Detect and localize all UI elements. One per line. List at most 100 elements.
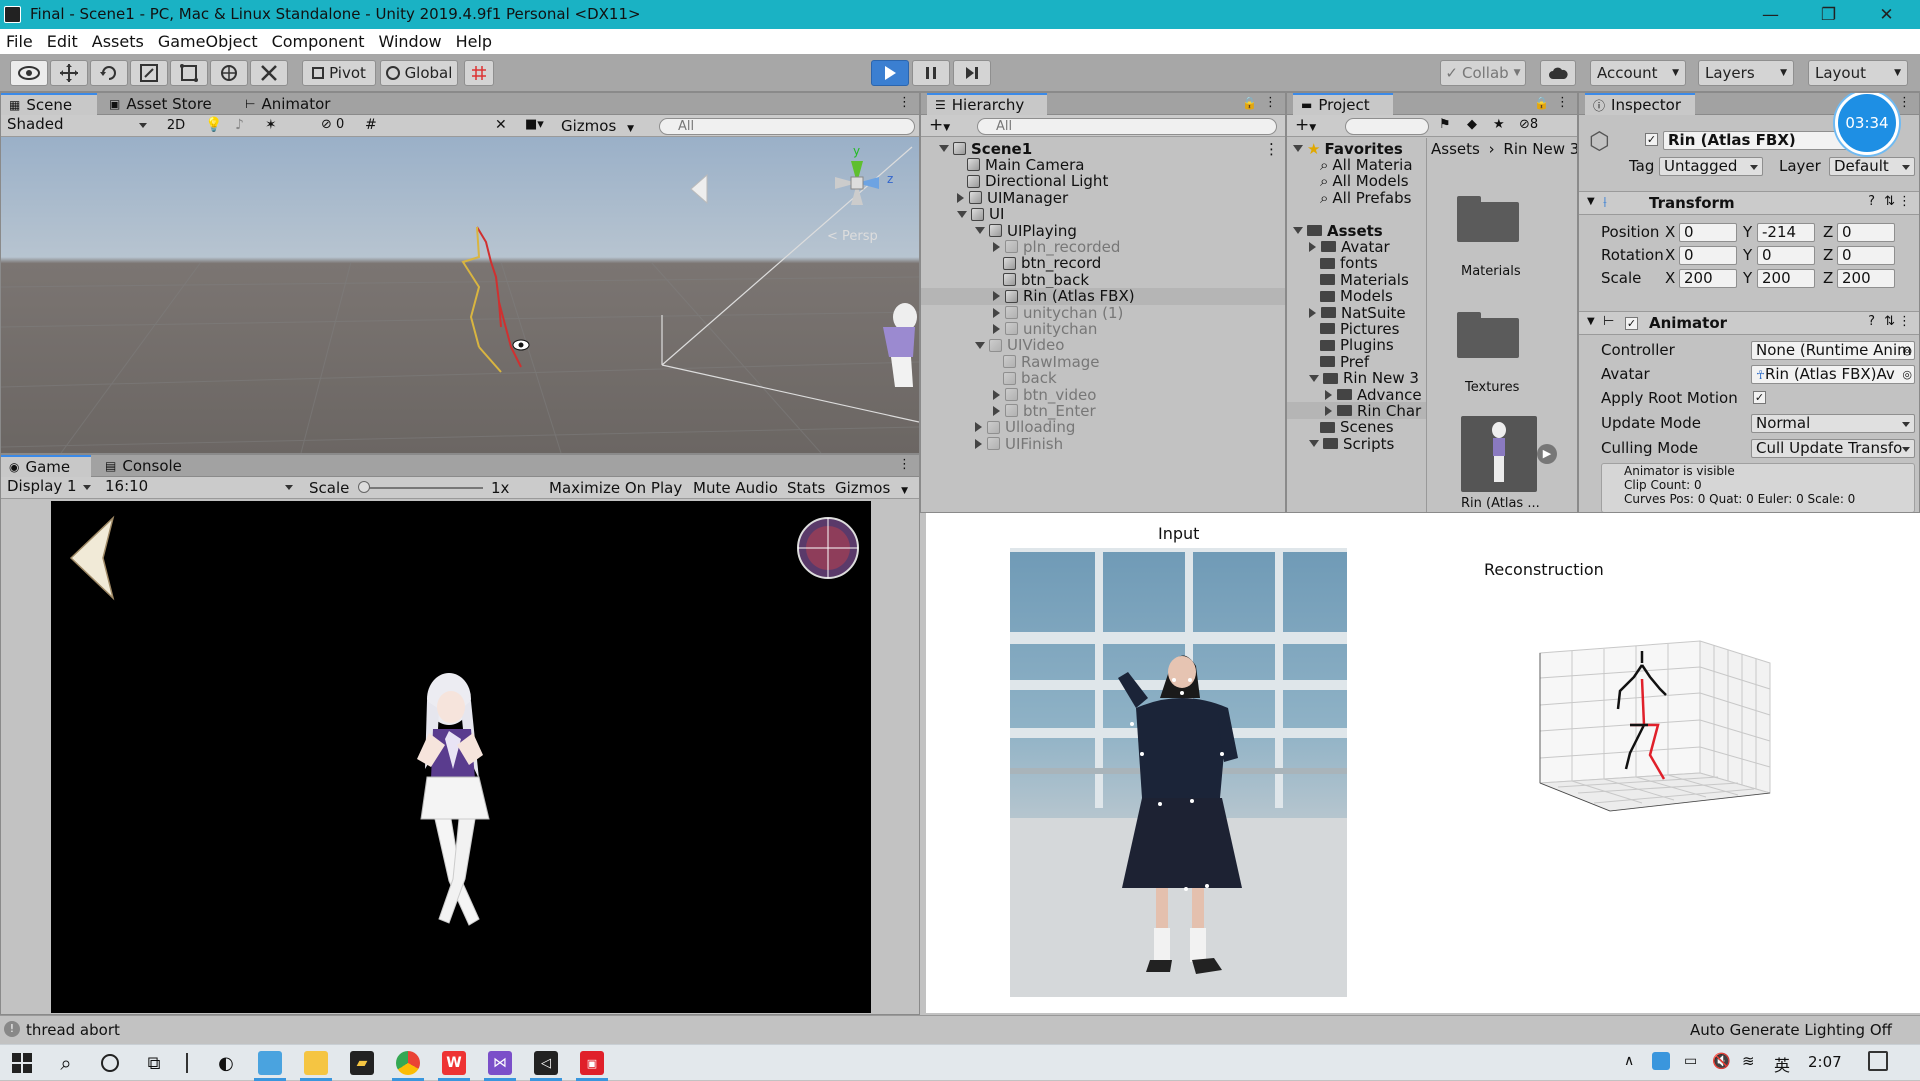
collapse-arrow-icon[interactable] bbox=[993, 323, 1000, 334]
collapse-arrow-icon[interactable] bbox=[993, 291, 1000, 302]
axis-y-label[interactable]: Y bbox=[1743, 269, 1752, 287]
menu-window[interactable]: Window bbox=[378, 32, 441, 51]
tag-dropdown[interactable]: Untagged bbox=[1659, 157, 1763, 176]
stats-toggle[interactable]: Stats bbox=[787, 479, 825, 497]
project-tree-item[interactable]: ★ Favorites bbox=[1287, 140, 1426, 157]
expand-arrow-icon[interactable] bbox=[975, 227, 985, 234]
aspect-dropdown[interactable]: 16:10 bbox=[101, 478, 297, 497]
preset-icon[interactable]: ⇅ bbox=[1884, 314, 1895, 329]
camera-icon[interactable]: ■▾ bbox=[525, 117, 544, 132]
tab-project[interactable]: ▬ Project bbox=[1293, 93, 1393, 115]
move-tool-button[interactable] bbox=[50, 60, 88, 86]
volume-muted-icon[interactable]: 🔇 bbox=[1712, 1052, 1731, 1070]
object-picker-icon[interactable]: ◎ bbox=[1902, 342, 1912, 359]
hidden-objects-toggle[interactable]: ⊘ 0 bbox=[321, 117, 344, 132]
breadcrumb-rin-new[interactable]: Rin New 3 bbox=[1503, 140, 1577, 158]
add-object-button[interactable]: +▼ bbox=[929, 115, 950, 135]
hierarchy-item[interactable]: back bbox=[921, 369, 1285, 387]
transform-y-field[interactable]: -214 bbox=[1757, 223, 1815, 242]
hierarchy-item[interactable]: unitychan (1) bbox=[921, 304, 1285, 322]
layer-dropdown[interactable]: Default bbox=[1829, 157, 1915, 176]
recording-timer[interactable]: 03:34 bbox=[1835, 93, 1899, 155]
audio-icon[interactable]: ♪ bbox=[235, 117, 244, 133]
project-tree-item[interactable]: ⌕ All Prefabs bbox=[1287, 189, 1426, 206]
hierarchy-item[interactable]: UIFinish bbox=[921, 435, 1285, 453]
project-tree-item[interactable]: ⌕ All Materia bbox=[1287, 156, 1426, 173]
global-toggle[interactable]: Global bbox=[380, 60, 458, 86]
menu-gameobject[interactable]: GameObject bbox=[158, 32, 258, 51]
axis-z-label[interactable]: Z bbox=[1823, 246, 1833, 264]
active-checkbox[interactable]: ✓ bbox=[1645, 133, 1658, 146]
project-tree-item[interactable]: Rin Char bbox=[1287, 402, 1426, 420]
transform-z-field[interactable]: 200 bbox=[1837, 269, 1895, 288]
tab-asset-store[interactable]: ▣ Asset Store bbox=[101, 93, 220, 115]
transform-z-field[interactable]: 0 bbox=[1837, 223, 1895, 242]
menu-file[interactable]: File bbox=[6, 32, 33, 51]
axis-z-label[interactable]: Z bbox=[1823, 269, 1833, 287]
project-tree-item[interactable]: Pref bbox=[1287, 353, 1426, 370]
task-view-icon[interactable]: ⧉ bbox=[142, 1051, 166, 1075]
effects-icon[interactable]: ✶ bbox=[265, 117, 277, 133]
lighting-status[interactable]: Auto Generate Lighting Off bbox=[1690, 1021, 1892, 1039]
shading-mode-dropdown[interactable]: Shaded bbox=[3, 116, 151, 135]
preset-icon[interactable]: ⇅ bbox=[1884, 194, 1895, 209]
visual-studio-icon[interactable]: ⋈ bbox=[488, 1051, 512, 1075]
help-icon[interactable]: ? bbox=[1868, 194, 1875, 209]
transform-x-field[interactable]: 200 bbox=[1679, 269, 1737, 288]
menu-edit[interactable]: Edit bbox=[47, 32, 78, 51]
collapse-arrow-icon[interactable] bbox=[993, 241, 1000, 252]
hierarchy-item[interactable]: btn_record bbox=[921, 254, 1285, 272]
play-button[interactable] bbox=[871, 60, 909, 86]
controller-field[interactable]: None (Runtime Anim ◎ bbox=[1751, 341, 1915, 360]
hierarchy-item[interactable]: UIPlaying bbox=[921, 222, 1285, 240]
cloud-button[interactable] bbox=[1540, 60, 1576, 86]
expand-arrow-icon[interactable] bbox=[957, 210, 967, 218]
axis-x-label[interactable]: X bbox=[1665, 269, 1675, 287]
perspective-label[interactable]: < Persp bbox=[827, 229, 878, 244]
axis-gizmo[interactable]: y z bbox=[817, 143, 897, 233]
panel-menu-icon[interactable]: ⋮ bbox=[1898, 95, 1911, 110]
search-icon[interactable]: ⌕ bbox=[54, 1051, 78, 1075]
menu-assets[interactable]: Assets bbox=[92, 32, 144, 51]
panel-menu-icon[interactable]: ⋮ bbox=[1264, 95, 1277, 110]
collapse-arrow-icon[interactable] bbox=[975, 422, 982, 433]
wps-icon[interactable]: W bbox=[442, 1051, 466, 1075]
2d-toggle[interactable]: 2D bbox=[161, 116, 191, 135]
axis-y-label[interactable]: Y bbox=[1743, 246, 1752, 264]
scene-menu-icon[interactable]: ⋮ bbox=[1264, 140, 1279, 158]
collab-button[interactable]: ✓ Collab ▼ bbox=[1440, 60, 1526, 86]
collapse-arrow-icon[interactable] bbox=[957, 192, 964, 203]
project-tree-item[interactable]: Pictures bbox=[1287, 320, 1426, 337]
axis-x-label[interactable]: X bbox=[1665, 223, 1675, 241]
project-tree-item[interactable]: NatSuite bbox=[1287, 304, 1426, 321]
maximize-on-play-toggle[interactable]: Maximize On Play bbox=[549, 479, 682, 497]
tab-animator[interactable]: ⊢ Animator bbox=[237, 93, 338, 115]
grid-icon[interactable]: # bbox=[365, 117, 377, 133]
collapse-arrow-icon[interactable] bbox=[1325, 405, 1332, 416]
menu-help[interactable]: Help bbox=[456, 32, 492, 51]
scale-slider-handle[interactable] bbox=[358, 481, 370, 493]
game-viewport[interactable] bbox=[51, 501, 871, 1013]
tab-game[interactable]: ◉ Game bbox=[1, 455, 91, 477]
panel-menu-icon[interactable]: ⋮ bbox=[898, 457, 911, 472]
breadcrumb-assets[interactable]: Assets bbox=[1431, 140, 1480, 158]
expand-arrow-icon[interactable] bbox=[975, 341, 985, 349]
layers-dropdown[interactable]: Layers ▼ bbox=[1698, 60, 1794, 86]
unity-icon[interactable]: ◁ bbox=[534, 1051, 558, 1075]
animator-header[interactable]: ▼ ⊢ ✓ Animator ? ⇅ ⋮ bbox=[1579, 311, 1919, 335]
transform-x-field[interactable]: 0 bbox=[1679, 223, 1737, 242]
apply-root-motion-checkbox[interactable]: ✓ bbox=[1753, 391, 1766, 404]
grid-snap-button[interactable] bbox=[464, 60, 494, 86]
hierarchy-item[interactable]: btn_Enter bbox=[921, 402, 1285, 420]
chrome-icon[interactable] bbox=[396, 1051, 420, 1075]
collapse-arrow-icon[interactable] bbox=[1325, 389, 1332, 400]
help-icon[interactable]: ? bbox=[1868, 314, 1875, 329]
status-message[interactable]: thread abort bbox=[26, 1021, 120, 1039]
transform-y-field[interactable]: 0 bbox=[1757, 246, 1815, 265]
tab-console[interactable]: ▤ Console bbox=[97, 455, 190, 477]
display-dropdown[interactable]: Display 1 bbox=[3, 478, 95, 497]
hierarchy-item[interactable]: Directional Light bbox=[921, 172, 1285, 190]
favorite-star-icon[interactable]: ★ bbox=[1493, 117, 1505, 132]
lock-icon[interactable]: 🔒 bbox=[1534, 96, 1549, 110]
collapse-arrow-icon[interactable] bbox=[1309, 307, 1316, 318]
